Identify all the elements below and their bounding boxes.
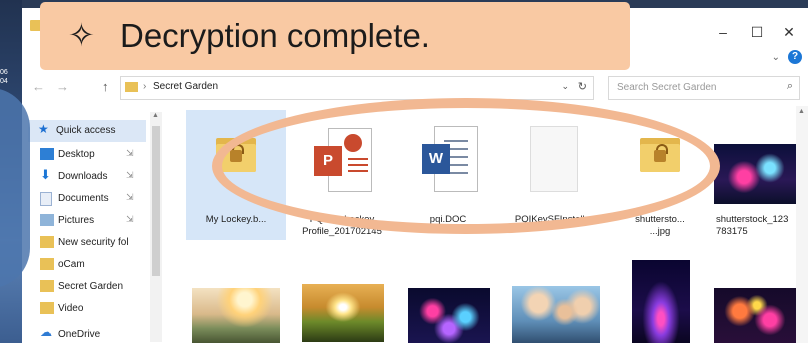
expand-ribbon-icon[interactable]: ⌄ [772, 52, 780, 63]
sidebar-item-label: Quick access [56, 125, 116, 136]
sidebar-item-video[interactable]: Video [28, 298, 146, 320]
search-icon: ⌕ [786, 80, 793, 92]
folder-icon [40, 258, 54, 270]
pin-icon[interactable]: ⇲ [126, 170, 134, 181]
close-button[interactable]: ✕ [776, 22, 802, 42]
image-thumbnail [714, 288, 800, 343]
desktop-clock: 06 04 [0, 68, 22, 86]
pin-icon[interactable]: ⇲ [126, 214, 134, 225]
folder-icon [40, 236, 54, 248]
image-thumbnail [512, 286, 600, 343]
scroll-up-icon[interactable]: ▲ [798, 108, 805, 115]
file-item-photo[interactable] [704, 254, 804, 343]
sidebar-item-label: Desktop [58, 149, 95, 160]
file-name-line: 783175 [716, 226, 748, 237]
sidebar-item-downloads[interactable]: ⬇ Downloads ⇲ [28, 166, 146, 188]
sidebar-item-documents[interactable]: Documents ⇲ [28, 188, 146, 210]
sidebar-item-label: Secret Garden [58, 281, 124, 292]
clock-line-1: 06 [0, 69, 8, 76]
banner-message: Decryption complete. [120, 17, 430, 54]
chevron-down-icon[interactable]: ⌄ [561, 81, 569, 92]
scroll-up-icon[interactable]: ▲ [152, 112, 159, 119]
cloud-icon: ☁ [40, 325, 52, 339]
folder-icon [125, 82, 138, 92]
download-icon: ⬇ [40, 167, 51, 182]
pictures-icon [40, 214, 54, 226]
image-thumbnail [302, 284, 384, 342]
image-thumbnail [632, 260, 690, 343]
file-item-photo[interactable] [398, 254, 498, 343]
documents-icon [40, 192, 52, 206]
breadcrumb-separator: › [143, 81, 147, 92]
sidebar-item-desktop[interactable]: Desktop ⇲ [28, 144, 146, 166]
file-item-photo[interactable] [186, 254, 286, 343]
sidebar-item-label: Documents [58, 193, 109, 204]
file-name-line: shutterstock_123 [716, 214, 789, 225]
content-scrollbar[interactable]: ▲ [796, 106, 808, 343]
help-icon[interactable]: ? [788, 50, 802, 64]
file-name: My Lockey.b... [205, 214, 267, 225]
sidebar-item-label: Downloads [58, 171, 108, 182]
file-name-line: ...jpg [649, 226, 671, 237]
breadcrumb[interactable]: Secret Garden [153, 81, 218, 92]
sidebar-item-onedrive[interactable]: ☁ OneDrive [28, 324, 146, 343]
scrollbar-thumb[interactable] [152, 126, 160, 276]
forward-arrow-icon[interactable]: → [56, 79, 69, 94]
file-item-photo[interactable] [610, 254, 710, 343]
folder-icon [40, 302, 54, 314]
status-banner: ✧ Decryption complete. [40, 2, 630, 70]
sidebar-item-secret-garden[interactable]: Secret Garden [28, 276, 146, 298]
star-icon: ★ [38, 122, 49, 136]
image-thumbnail [192, 288, 280, 343]
pin-icon[interactable]: ⇲ [126, 192, 134, 203]
file-item-photo[interactable] [292, 254, 392, 343]
sidebar-item-label: Video [58, 303, 84, 314]
desktop-wallpaper-arc [0, 88, 30, 288]
up-arrow-icon[interactable]: ↑ [102, 79, 109, 94]
folder-icon [40, 280, 54, 292]
minimize-button[interactable]: – [710, 22, 736, 42]
refresh-icon[interactable]: ↻ [578, 80, 587, 93]
file-item-photo[interactable] [504, 254, 604, 343]
back-arrow-icon[interactable]: ← [32, 79, 45, 94]
sidebar-item-quick-access[interactable]: ★ Quick access [28, 120, 146, 142]
clock-line-2: 04 [0, 78, 8, 85]
sidebar-item-pictures[interactable]: Pictures ⇲ [28, 210, 146, 232]
address-row: ← → ↑ › Secret Garden ⌄ ↻ Search Secret … [22, 76, 808, 100]
search-input[interactable]: Search Secret Garden ⌕ [608, 76, 800, 100]
image-thumbnail [408, 288, 490, 343]
address-bar[interactable]: › Secret Garden ⌄ ↻ [120, 76, 594, 100]
sidebar-item-label: OneDrive [58, 329, 101, 340]
maximize-button[interactable]: ☐ [744, 22, 770, 42]
file-name: shutterstock_123 783175 [716, 214, 808, 238]
sidebar-item-label: oCam [58, 259, 85, 270]
desktop-icon [40, 148, 54, 160]
file-item-shutterstock-123783175[interactable]: shutterstock_123 783175 [704, 110, 804, 240]
navigation-scrollbar[interactable]: ▲ [150, 112, 162, 342]
search-placeholder: Search Secret Garden [617, 82, 717, 93]
sidebar-item-label: Pictures [58, 215, 95, 226]
highlight-ellipse [212, 98, 720, 234]
sparkle-icon: ✧ [68, 17, 95, 53]
image-thumbnail [714, 144, 800, 204]
sidebar-item-ocam[interactable]: oCam [28, 254, 146, 276]
pin-icon[interactable]: ⇲ [126, 148, 134, 159]
sidebar-item-label: New security fol [58, 237, 129, 248]
sidebar-item-new-security-folder[interactable]: New security fol [28, 232, 146, 254]
navigation-pane: ★ Quick access Desktop ⇲ ⬇ Downloads ⇲ D… [22, 110, 162, 343]
